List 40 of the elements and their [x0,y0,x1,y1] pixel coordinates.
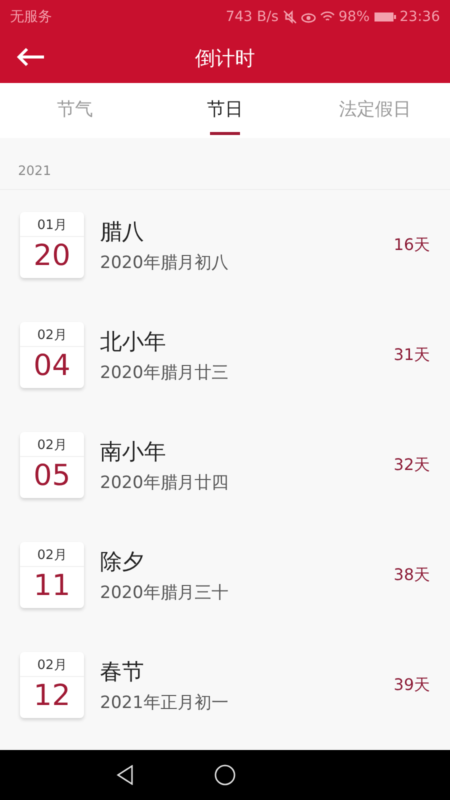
day-number: 11 [34,567,70,603]
back-arrow-icon [16,47,46,67]
festival-name: 腊八 [100,218,145,246]
battery-icon [374,12,396,22]
carrier-text: 无服务 [10,8,52,26]
mute-icon [282,10,297,24]
month-label: 02月 [20,542,84,567]
days-remaining: 39天 [394,674,430,696]
page-title: 倒计时 [195,44,255,72]
back-nav-icon[interactable] [116,765,134,785]
month-label: 02月 [20,432,84,457]
battery-percent: 98% [338,8,370,24]
festival-name: 春节 [100,658,145,686]
year-heading: 2021 [0,138,450,190]
lunar-date: 2020年腊月三十 [100,582,230,604]
day-number: 05 [34,457,70,493]
month-label: 02月 [20,322,84,347]
month-label: 01月 [20,212,84,237]
festival-name: 北小年 [100,328,167,356]
lunar-date: 2021年正月初一 [100,692,230,714]
tab[interactable]: 法定假日 [300,83,450,138]
wifi-icon [320,10,335,22]
day-number: 12 [34,677,70,713]
festival-name: 除夕 [100,548,145,576]
tab[interactable]: 节气 [0,83,150,138]
lunar-date: 2020年腊月初八 [100,252,230,274]
day-number: 04 [34,347,70,383]
clock-time: 23:36 [400,8,440,24]
days-remaining: 31天 [394,344,430,366]
month-label: 02月 [20,652,84,677]
network-speed: 743 B/s [226,8,279,24]
days-remaining: 16天 [394,234,430,256]
days-remaining: 32天 [394,454,430,476]
eye-icon [300,10,316,22]
lunar-date: 2020年腊月廿四 [100,472,230,494]
lunar-date: 2020年腊月廿三 [100,362,230,384]
day-number: 20 [34,237,70,273]
days-remaining: 38天 [394,564,430,586]
festival-name: 南小年 [100,438,167,466]
home-nav-icon[interactable] [214,764,236,786]
